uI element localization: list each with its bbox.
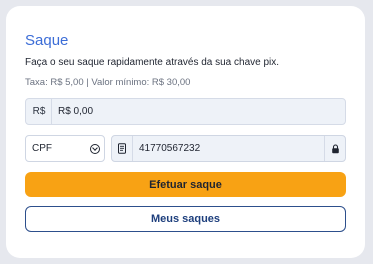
- amount-input[interactable]: [52, 99, 345, 124]
- withdraw-card: Saque Faça o seu saque rapidamente atrav…: [6, 6, 365, 258]
- chevron-down-circle-icon: [90, 143, 100, 154]
- page-title: Saque: [25, 32, 69, 49]
- my-withdrawals-button[interactable]: Meus saques: [25, 206, 346, 232]
- pix-key-row: CPF: [25, 135, 346, 162]
- amount-field[interactable]: R$: [25, 98, 346, 125]
- fee-info-text: Taxa: R$ 5,00 | Valor mínimo: R$ 30,00: [25, 77, 191, 88]
- currency-prefix: R$: [32, 106, 46, 117]
- lock-icon: [325, 143, 345, 154]
- pix-key-input[interactable]: [133, 136, 324, 161]
- document-icon: [112, 143, 132, 154]
- key-type-selected: CPF: [32, 143, 52, 154]
- subtitle-text: Faça o seu saque rapidamente através da …: [25, 57, 280, 68]
- key-type-select[interactable]: CPF: [25, 135, 105, 162]
- pix-key-field[interactable]: [111, 135, 346, 162]
- submit-withdraw-button[interactable]: Efetuar saque: [25, 172, 346, 197]
